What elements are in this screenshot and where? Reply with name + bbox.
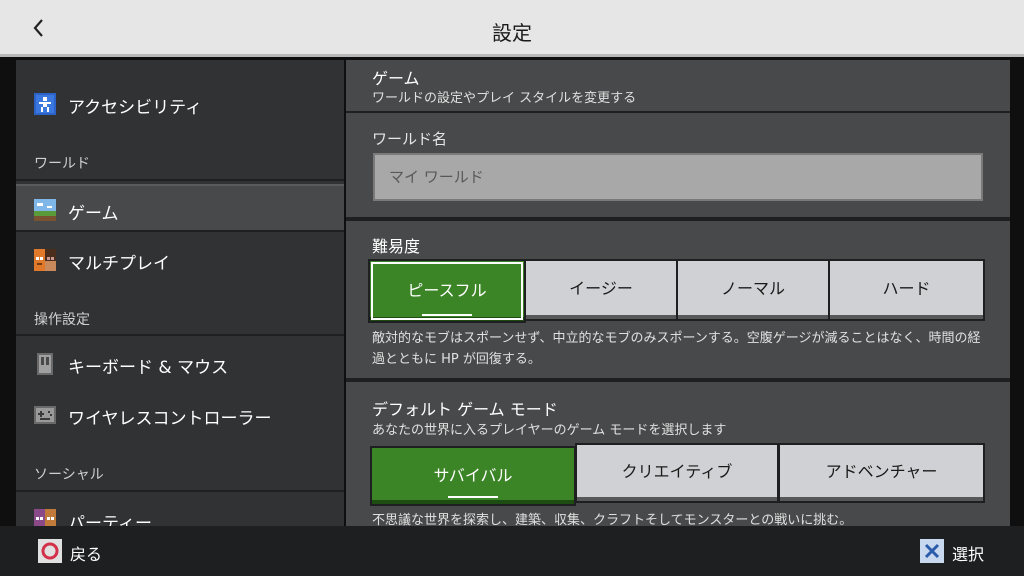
- divider: [346, 111, 1010, 113]
- sidebar-item-party[interactable]: パーティー: [16, 496, 344, 526]
- difficulty-label: 難易度: [372, 237, 421, 256]
- footer-bar: 戻る 選択: [0, 526, 1024, 576]
- world-name-input[interactable]: [375, 155, 981, 199]
- difficulty-option-normal[interactable]: ノーマル: [676, 259, 830, 321]
- option-label: ノーマル: [720, 279, 785, 298]
- option-label: イージー: [569, 279, 633, 298]
- back-button-label: 戻る: [70, 545, 103, 564]
- difficulty-option-easy[interactable]: イージー: [524, 259, 678, 321]
- sidebar-item-label: マルチプレイ: [68, 254, 170, 274]
- default-game-mode-description: 不思議な世界を探索し、建築、収集、クラフトそしてモンスターとの戦いに挑む。: [372, 513, 853, 526]
- page-title: 設定: [492, 21, 532, 45]
- selected-underline: [448, 496, 498, 498]
- difficulty-option-peaceful[interactable]: ピースフル: [368, 259, 526, 323]
- sidebar-item-label: ゲーム: [68, 204, 119, 224]
- option-label: サバイバル: [433, 466, 513, 485]
- sidebar-item-label: ワイヤレスコントローラー: [68, 409, 272, 429]
- circle-button-icon: [38, 539, 62, 563]
- option-label: アドベンチャー: [825, 462, 938, 481]
- sidebar-item-wireless-controller[interactable]: ワイヤレスコントローラー: [16, 391, 344, 439]
- game-mode-option-survival[interactable]: サバイバル: [370, 446, 576, 506]
- world-name-field[interactable]: [373, 153, 983, 201]
- sidebar-item-keyboard-mouse[interactable]: キーボード & マウス: [16, 340, 344, 388]
- cross-button-icon: [920, 539, 944, 563]
- sidebar-item-accessibility[interactable]: アクセシビリティ: [16, 80, 344, 128]
- world-name-label: ワールド名: [372, 130, 448, 148]
- divider: [16, 334, 344, 336]
- difficulty-description: 敵対的なモブはスポーンせず、中立的なモブのみスポーンする。空腹ゲージが減ることは…: [372, 331, 981, 367]
- difficulty-option-hard[interactable]: ハード: [828, 259, 985, 321]
- party-icon: [34, 509, 56, 526]
- difficulty-section: 難易度 ピースフル イージー ノーマル ハード 敵対的なモブはスポーンせず、中立…: [346, 221, 1010, 378]
- settings-content: ゲーム ワールドの設定やプレイ スタイルを変更する ワールド名 難易度 ピースフ…: [346, 60, 1010, 526]
- controller-icon: [34, 404, 56, 426]
- option-label: ハード: [882, 279, 931, 298]
- option-label: クリエイティブ: [621, 462, 733, 481]
- section-header-controls: 操作設定: [34, 312, 90, 328]
- sidebar-item-label: パーティー: [68, 514, 152, 526]
- sidebar-item-label: キーボード & マウス: [68, 358, 229, 378]
- section-subtitle: ワールドの設定やプレイ スタイルを変更する: [372, 91, 637, 106]
- default-game-mode-label: デフォルト ゲーム モード: [372, 400, 558, 419]
- divider: [16, 179, 344, 181]
- section-header-world: ワールド: [34, 156, 90, 172]
- game-section: ゲーム ワールドの設定やプレイ スタイルを変更する ワールド名: [346, 60, 1010, 217]
- game-mode-option-creative[interactable]: クリエイティブ: [575, 443, 779, 503]
- sidebar-item-multiplayer[interactable]: マルチプレイ: [16, 236, 344, 284]
- sidebar-item-label: アクセシビリティ: [68, 98, 203, 118]
- divider: [16, 490, 344, 492]
- multiplayer-faces-icon: [34, 249, 56, 271]
- option-label: ピースフル: [407, 281, 487, 300]
- top-bar: 設定: [0, 0, 1024, 57]
- keyboard-mouse-icon: [34, 353, 56, 375]
- section-header-social: ソーシャル: [34, 467, 104, 483]
- sidebar: アクセシビリティ ワールド ゲーム マルチプレイ 操作設定 キーボード & マウ…: [16, 60, 344, 526]
- landscape-icon: [34, 199, 56, 221]
- sidebar-item-game[interactable]: ゲーム: [16, 184, 344, 232]
- game-mode-option-adventure[interactable]: アドベンチャー: [778, 443, 985, 503]
- select-button-label: 選択: [952, 545, 985, 564]
- accessibility-icon: [34, 93, 56, 115]
- default-game-mode-section: デフォルト ゲーム モード あなたの世界に入るプレイヤーのゲーム モードを選択し…: [346, 382, 1010, 526]
- selected-underline: [422, 314, 472, 316]
- default-game-mode-subtitle: あなたの世界に入るプレイヤーのゲーム モードを選択します: [372, 423, 727, 438]
- section-title: ゲーム: [372, 69, 420, 88]
